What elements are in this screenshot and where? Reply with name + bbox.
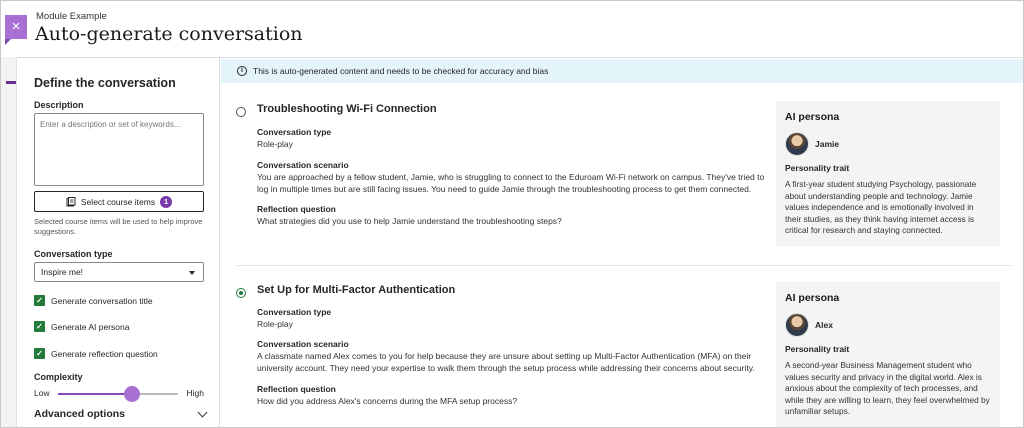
conversation-title: Set Up for Multi-Factor Authentication bbox=[257, 284, 456, 296]
conversation-radio-selected[interactable] bbox=[236, 288, 246, 298]
checkmark-icon: ✓ bbox=[34, 348, 45, 359]
selected-count-badge: 1 bbox=[160, 195, 173, 208]
personality-trait-heading: Personality trait bbox=[785, 163, 850, 173]
conversation-type-heading: Conversation type bbox=[257, 127, 332, 137]
panel-title: Define the conversation bbox=[34, 76, 176, 90]
select-course-items-button[interactable]: Select course items 1 bbox=[34, 191, 204, 212]
slider-low-label: Low bbox=[34, 388, 50, 398]
define-conversation-panel: Define the conversation Description Ente… bbox=[18, 58, 220, 427]
app-window: × Module Example Auto-generate conversat… bbox=[0, 0, 1024, 428]
conversation-type-label: Conversation type bbox=[34, 249, 113, 259]
reflection-text: What strategies did you use to help Jami… bbox=[257, 216, 562, 226]
description-input[interactable]: Enter a description or set of keywords..… bbox=[34, 113, 204, 186]
scenario-heading: Conversation scenario bbox=[257, 339, 349, 349]
ai-persona-card: AI persona Jamie Personality trait A fir… bbox=[776, 101, 1000, 246]
reflection-text: How did you address Alex's concerns duri… bbox=[257, 396, 518, 406]
slider-thumb[interactable] bbox=[124, 386, 141, 402]
scenario-heading: Conversation scenario bbox=[257, 160, 349, 170]
checkmark-icon: ✓ bbox=[34, 295, 45, 306]
complexity-slider[interactable]: Low High bbox=[34, 385, 204, 402]
scenario-text: A classmate named Alex comes to you for … bbox=[257, 351, 755, 373]
checkbox-label: Generate conversation title bbox=[51, 295, 153, 306]
slider-high-label: High bbox=[186, 388, 204, 398]
checkbox-label: Generate reflection question bbox=[51, 348, 158, 359]
select-course-items-label: Select course items bbox=[80, 196, 156, 207]
reflection-heading: Reflection question bbox=[257, 384, 336, 394]
close-button[interactable]: × bbox=[5, 15, 27, 45]
conversation-divider bbox=[236, 265, 1011, 266]
generate-persona-checkbox[interactable]: ✓ Generate AI persona bbox=[34, 321, 129, 332]
persona-identity: Jamie bbox=[785, 132, 991, 156]
complexity-label: Complexity bbox=[34, 372, 83, 382]
checkbox-label: Generate AI persona bbox=[51, 321, 130, 332]
checkmark-icon: ✓ bbox=[34, 321, 45, 332]
info-icon: i bbox=[237, 66, 247, 76]
module-name: Module Example bbox=[36, 11, 107, 22]
chevron-down-icon bbox=[189, 271, 195, 275]
conversation-type-text: Role-play bbox=[257, 319, 293, 329]
personality-trait-text: A second-year Business Management studen… bbox=[785, 360, 990, 416]
reflection-heading: Reflection question bbox=[257, 204, 336, 214]
conversation-type-heading: Conversation type bbox=[257, 307, 332, 317]
avatar bbox=[785, 132, 809, 156]
persona-identity: Alex bbox=[785, 313, 991, 337]
avatar bbox=[785, 313, 809, 337]
generate-reflection-checkbox[interactable]: ✓ Generate reflection question bbox=[34, 348, 158, 359]
persona-heading: AI persona bbox=[785, 111, 840, 123]
description-placeholder: Enter a description or set of keywords..… bbox=[40, 120, 181, 129]
advanced-options-label: Advanced options bbox=[34, 408, 126, 420]
generate-title-checkbox[interactable]: ✓ Generate conversation title bbox=[34, 295, 153, 306]
conversation-option: Troubleshooting Wi-Fi Connection Convers… bbox=[236, 101, 1011, 253]
close-icon[interactable]: × bbox=[12, 18, 21, 35]
chevron-down-icon bbox=[197, 407, 208, 418]
conversation-option: Set Up for Multi-Factor Authentication C… bbox=[236, 282, 1011, 427]
scenario-text: You are approached by a fellow student, … bbox=[257, 172, 765, 194]
conversation-type-select[interactable]: Inspire me! bbox=[34, 262, 204, 282]
conversation-type-value: Inspire me! bbox=[41, 267, 84, 277]
course-items-icon bbox=[66, 196, 76, 206]
page-title: Auto-generate conversation bbox=[35, 23, 303, 45]
conversation-title: Troubleshooting Wi-Fi Connection bbox=[257, 103, 437, 115]
ai-disclaimer-banner: i This is auto-generated content and nee… bbox=[221, 59, 1023, 83]
select-hint: Selected course items will be used to he… bbox=[34, 217, 203, 236]
advanced-options-toggle[interactable]: Advanced options bbox=[34, 407, 208, 420]
slider-fill bbox=[58, 393, 133, 395]
banner-text: This is auto-generated content and needs… bbox=[253, 66, 549, 76]
conversation-radio[interactable] bbox=[236, 107, 246, 117]
personality-trait-heading: Personality trait bbox=[785, 344, 850, 354]
persona-heading: AI persona bbox=[785, 292, 840, 304]
persona-name: Alex bbox=[815, 320, 833, 330]
strip-marker bbox=[6, 81, 16, 84]
persona-name: Jamie bbox=[815, 139, 840, 149]
personality-trait-text: A first-year student studying Psychology… bbox=[785, 179, 977, 235]
conversation-type-text: Role-play bbox=[257, 139, 293, 149]
description-label: Description bbox=[34, 100, 84, 110]
background-page-strip bbox=[1, 57, 17, 427]
ai-persona-card: AI persona Alex Personality trait A seco… bbox=[776, 282, 1000, 427]
slider-track[interactable] bbox=[58, 386, 178, 402]
